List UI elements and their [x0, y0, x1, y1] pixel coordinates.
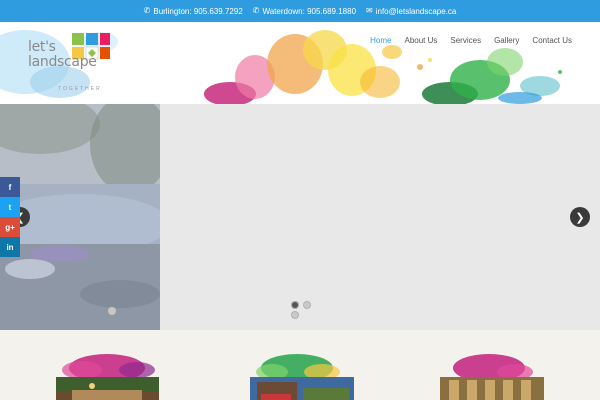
google-plus-icon: g+: [5, 222, 15, 232]
logo-tagline: TOGETHER: [58, 86, 102, 92]
site-header: let's landscape TOGETHER Home About Us S…: [0, 22, 600, 104]
slider-dot-3[interactable]: [291, 311, 299, 319]
nav-services[interactable]: Services: [450, 36, 481, 45]
nav-contact-us[interactable]: Contact Us: [532, 36, 572, 45]
feature-image-2: [250, 354, 354, 400]
slider-next-button[interactable]: ❯: [570, 207, 590, 227]
feature-image-3: [440, 354, 544, 400]
feature-image-1: [56, 354, 159, 400]
nav-about-us[interactable]: About Us: [404, 36, 437, 45]
envelope-icon: ✉: [366, 6, 373, 15]
twitter-icon: t: [8, 202, 12, 212]
email-link: info@letslandscape.ca: [375, 6, 457, 16]
twitter-share-button[interactable]: t: [0, 197, 20, 217]
phone-icon: ✆: [143, 6, 151, 15]
feature-card-2[interactable]: [237, 350, 367, 400]
phone-burlington: Burlington: 905.639.7292: [153, 6, 243, 16]
google-plus-share-button[interactable]: g+: [0, 217, 20, 237]
slider-dot-1[interactable]: [291, 301, 299, 309]
logo-line-2: landscape: [28, 54, 97, 70]
site-logo[interactable]: let's landscape TOGETHER: [28, 28, 138, 98]
contact-email[interactable]: ✉ info@letslandscape.ca: [366, 7, 456, 16]
chevron-right-icon: ❯: [575, 211, 585, 224]
social-share-bar: f t g+ in: [0, 177, 20, 257]
logo-line-1: let's: [28, 39, 56, 55]
linkedin-share-button[interactable]: in: [0, 237, 20, 257]
linkedin-icon: in: [6, 242, 14, 252]
facebook-icon: f: [8, 182, 12, 192]
logo-wordmark: let's landscape: [28, 40, 97, 70]
slide-background: [160, 104, 600, 330]
hero-slider: ❮ ❯: [0, 104, 600, 330]
slider-dot-2[interactable]: [303, 301, 311, 309]
phone-icon: ✆: [252, 6, 260, 15]
contact-burlington[interactable]: ✆ Burlington: 905.639.7292: [144, 7, 243, 16]
phone-waterdown: Waterdown: 905.689.1880: [262, 6, 357, 16]
feature-section: [0, 330, 600, 400]
slider-pagination: [290, 300, 314, 322]
main-nav: Home About Us Services Gallery Contact U…: [370, 36, 572, 45]
facebook-share-button[interactable]: f: [0, 177, 20, 197]
nav-home[interactable]: Home: [370, 36, 391, 45]
contact-waterdown[interactable]: ✆ Waterdown: 905.689.1880: [253, 7, 356, 16]
contact-bar: ✆ Burlington: 905.639.7292 ✆ Waterdown: …: [0, 0, 600, 22]
nav-gallery[interactable]: Gallery: [494, 36, 519, 45]
feature-card-1[interactable]: [42, 350, 172, 400]
feature-card-3[interactable]: [427, 350, 557, 400]
